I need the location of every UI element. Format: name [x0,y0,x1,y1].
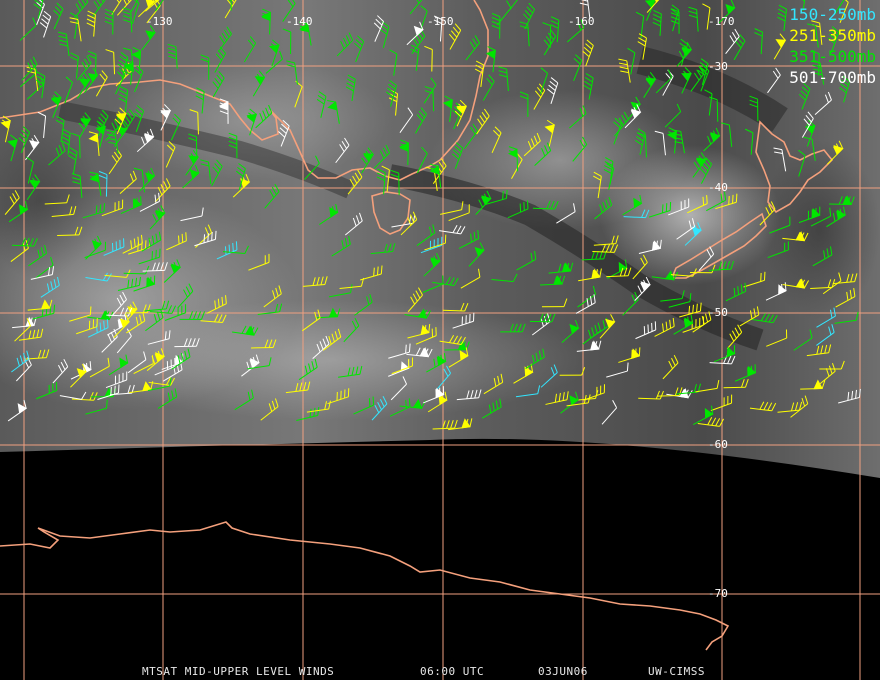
lon-label-170: -170 [708,15,735,28]
caption-date: 03JUN06 [538,665,588,678]
legend-item-150-250: 150-250mb [789,5,876,24]
lon-label-150: -150 [427,15,454,28]
caption-product: MTSAT MID-UPPER LEVEL WINDS [142,665,335,678]
antarctica-coast [0,521,730,651]
lon-label-160: -160 [568,15,595,28]
legend-item-251-350: 251-350mb [789,26,876,45]
legend-item-501-700: 501-700mb [789,68,876,87]
caption-time: 06:00 UTC [420,665,485,678]
lon-label-140: -140 [286,15,313,28]
lat-label-30: -30 [708,60,728,73]
caption-source: UW-CIMSS [648,665,705,678]
lat-label-50: -50 [708,306,728,319]
pressure-legend: 150-250mb 251-350mb 351-500mb 501-700mb [789,4,876,88]
lat-label-40: -40 [708,181,728,194]
lat-label-70: -70 [708,587,728,600]
lon-label-130: -130 [146,15,173,28]
water-vapor-map: -130 -140 -150 -160 -170 -30 -40 -50 -60… [0,0,880,680]
legend-item-351-500: 351-500mb [789,47,876,66]
lat-label-60: -60 [708,438,728,451]
